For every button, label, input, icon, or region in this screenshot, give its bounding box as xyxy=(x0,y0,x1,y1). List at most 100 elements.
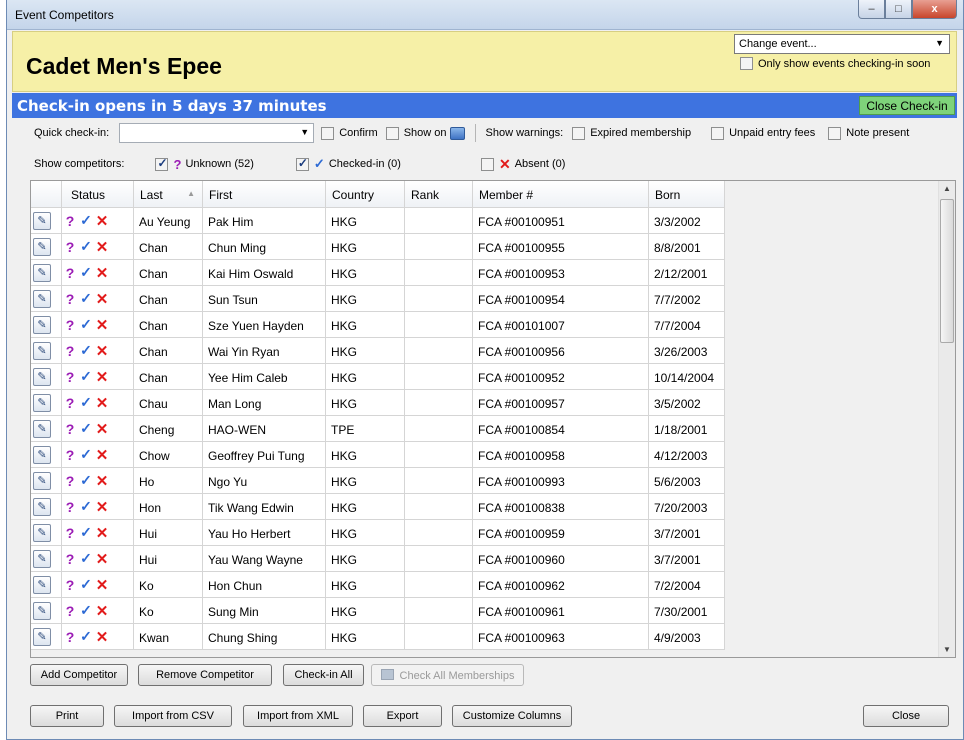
note-present-option[interactable]: Note present xyxy=(828,126,909,140)
x-icon[interactable]: ✕ xyxy=(94,498,110,516)
question-icon[interactable]: ? xyxy=(62,343,78,359)
question-icon[interactable]: ? xyxy=(62,577,78,593)
edit-icon[interactable]: ✎ xyxy=(33,315,51,334)
scroll-up-icon[interactable]: ▲ xyxy=(943,184,951,193)
table-row[interactable]: ✎? ✓ ✕ Chan Kai Him Oswald HKG FCA #00100953 2/… xyxy=(31,260,725,286)
question-icon[interactable]: ? xyxy=(62,421,78,437)
x-icon[interactable]: ✕ xyxy=(94,212,110,230)
check-all-memberships-button[interactable]: Check All Memberships xyxy=(371,664,524,686)
column-header-member[interactable]: Member # xyxy=(473,181,649,208)
x-icon[interactable]: ✕ xyxy=(94,420,110,438)
column-header-first[interactable]: First xyxy=(203,181,326,208)
print-button[interactable]: Print xyxy=(30,705,104,727)
checkmark-icon[interactable]: ✓ xyxy=(78,264,94,281)
edit-icon[interactable]: ✎ xyxy=(33,237,51,256)
edit-icon[interactable]: ✎ xyxy=(33,289,51,308)
filter-absent[interactable]: ✕ Absent (0) xyxy=(480,156,565,173)
maximize-button[interactable]: □ xyxy=(885,0,912,19)
x-icon[interactable]: ✕ xyxy=(94,550,110,568)
checkin-all-button[interactable]: Check-in All xyxy=(283,664,364,686)
column-header-last[interactable]: Last ▲ xyxy=(134,181,203,208)
table-row[interactable]: ✎? ✓ ✕ Chan Wai Yin Ryan HKG FCA #00100956 3/26… xyxy=(31,338,725,364)
quick-checkin-input[interactable]: ▼ xyxy=(119,123,315,143)
x-icon[interactable]: ✕ xyxy=(94,316,110,334)
scrollbar-thumb[interactable] xyxy=(940,199,954,343)
title-bar[interactable]: Event Competitors – □ x xyxy=(7,0,963,30)
x-icon[interactable]: ✕ xyxy=(94,368,110,386)
checkmark-icon[interactable]: ✓ xyxy=(78,576,94,593)
checkmark-icon[interactable]: ✓ xyxy=(78,446,94,463)
edit-icon[interactable]: ✎ xyxy=(33,549,51,568)
edit-icon[interactable]: ✎ xyxy=(33,627,51,646)
edit-icon[interactable]: ✎ xyxy=(33,471,51,490)
unpaid-fees-option[interactable]: Unpaid entry fees xyxy=(711,126,815,140)
x-icon[interactable]: ✕ xyxy=(94,394,110,412)
confirm-checkbox[interactable] xyxy=(321,126,335,140)
checkmark-icon[interactable]: ✓ xyxy=(78,420,94,437)
table-row[interactable]: ✎? ✓ ✕ Hui Yau Wang Wayne HKG FCA #00100960 3/7… xyxy=(31,546,725,572)
question-icon[interactable]: ? xyxy=(62,629,78,645)
question-icon[interactable]: ? xyxy=(62,265,78,281)
checkmark-icon[interactable]: ✓ xyxy=(78,342,94,359)
table-row[interactable]: ✎? ✓ ✕ Chan Sze Yuen Hayden HKG FCA #00101007 7… xyxy=(31,312,725,338)
question-icon[interactable]: ? xyxy=(62,369,78,385)
checkmark-icon[interactable]: ✓ xyxy=(78,290,94,307)
expired-membership-checkbox[interactable] xyxy=(572,126,586,140)
minimize-button[interactable]: – xyxy=(858,0,885,19)
column-header-rank[interactable]: Rank xyxy=(405,181,473,208)
x-icon[interactable]: ✕ xyxy=(94,472,110,490)
edit-icon[interactable]: ✎ xyxy=(33,575,51,594)
x-icon[interactable]: ✕ xyxy=(94,238,110,256)
edit-icon[interactable]: ✎ xyxy=(33,211,51,230)
question-icon[interactable]: ? xyxy=(62,551,78,567)
edit-icon[interactable]: ✎ xyxy=(33,419,51,438)
table-row[interactable]: ✎? ✓ ✕ Ko Hon Chun HKG FCA #00100962 7/2/2004 xyxy=(31,572,725,598)
export-button[interactable]: Export xyxy=(363,705,442,727)
edit-icon[interactable]: ✎ xyxy=(33,341,51,360)
table-row[interactable]: ✎? ✓ ✕ Ko Sung Min HKG FCA #00100961 7/30/2001 xyxy=(31,598,725,624)
table-row[interactable]: ✎? ✓ ✕ Chan Sun Tsun HKG FCA #00100954 7/7/2002 xyxy=(31,286,725,312)
scroll-down-icon[interactable]: ▼ xyxy=(943,645,951,654)
confirm-option[interactable]: Confirm xyxy=(321,126,378,140)
expired-membership-option[interactable]: Expired membership xyxy=(572,126,691,140)
add-competitor-button[interactable]: Add Competitor xyxy=(30,664,128,686)
edit-icon[interactable]: ✎ xyxy=(33,263,51,282)
table-row[interactable]: ✎? ✓ ✕ Au Yeung Pak Him HKG FCA #00100951 3/3/2… xyxy=(31,208,725,234)
checkmark-icon[interactable]: ✓ xyxy=(78,238,94,255)
filter-checked-in-checkbox[interactable] xyxy=(295,156,309,171)
x-icon[interactable]: ✕ xyxy=(94,446,110,464)
checkmark-icon[interactable]: ✓ xyxy=(78,316,94,333)
edit-icon[interactable]: ✎ xyxy=(33,393,51,412)
question-icon[interactable]: ? xyxy=(62,395,78,411)
question-icon[interactable]: ? xyxy=(62,525,78,541)
checkmark-icon[interactable]: ✓ xyxy=(78,498,94,515)
close-checkin-button[interactable]: Close Check-in xyxy=(859,96,955,115)
close-button[interactable]: Close xyxy=(863,705,949,727)
customize-columns-button[interactable]: Customize Columns xyxy=(452,705,572,727)
note-present-checkbox[interactable] xyxy=(828,126,842,140)
question-icon[interactable]: ? xyxy=(62,317,78,333)
checkmark-icon[interactable]: ✓ xyxy=(78,472,94,489)
x-icon[interactable]: ✕ xyxy=(94,264,110,282)
x-icon[interactable]: ✕ xyxy=(94,290,110,308)
x-icon[interactable]: ✕ xyxy=(94,342,110,360)
filter-checked-in[interactable]: ✓ Checked-in (0) xyxy=(295,156,401,172)
column-header-country[interactable]: Country xyxy=(326,181,405,208)
filter-unknown-checkbox[interactable] xyxy=(155,156,169,171)
table-row[interactable]: ✎? ✓ ✕ Ho Ngo Yu HKG FCA #00100993 5/6/2003 xyxy=(31,468,725,494)
filter-absent-checkbox[interactable] xyxy=(480,157,494,171)
question-icon[interactable]: ? xyxy=(62,473,78,489)
table-row[interactable]: ✎? ✓ ✕ Hui Yau Ho Herbert HKG FCA #00100959 3/7… xyxy=(31,520,725,546)
x-icon[interactable]: ✕ xyxy=(94,602,110,620)
close-window-button[interactable]: x xyxy=(912,0,957,19)
question-icon[interactable]: ? xyxy=(62,291,78,307)
only-show-soon-checkbox[interactable] xyxy=(740,57,753,70)
import-csv-button[interactable]: Import from CSV xyxy=(114,705,232,727)
checkmark-icon[interactable]: ✓ xyxy=(78,524,94,541)
vertical-scrollbar[interactable]: ▲ ▼ xyxy=(938,181,955,657)
checkmark-icon[interactable]: ✓ xyxy=(78,368,94,385)
show-on-option[interactable]: Show on xyxy=(385,126,465,140)
checkmark-icon[interactable]: ✓ xyxy=(78,394,94,411)
table-row[interactable]: ✎? ✓ ✕ Chan Yee Him Caleb HKG FCA #00100952 10/… xyxy=(31,364,725,390)
table-row[interactable]: ✎? ✓ ✕ Hon Tik Wang Edwin HKG FCA #00100838 7/2… xyxy=(31,494,725,520)
